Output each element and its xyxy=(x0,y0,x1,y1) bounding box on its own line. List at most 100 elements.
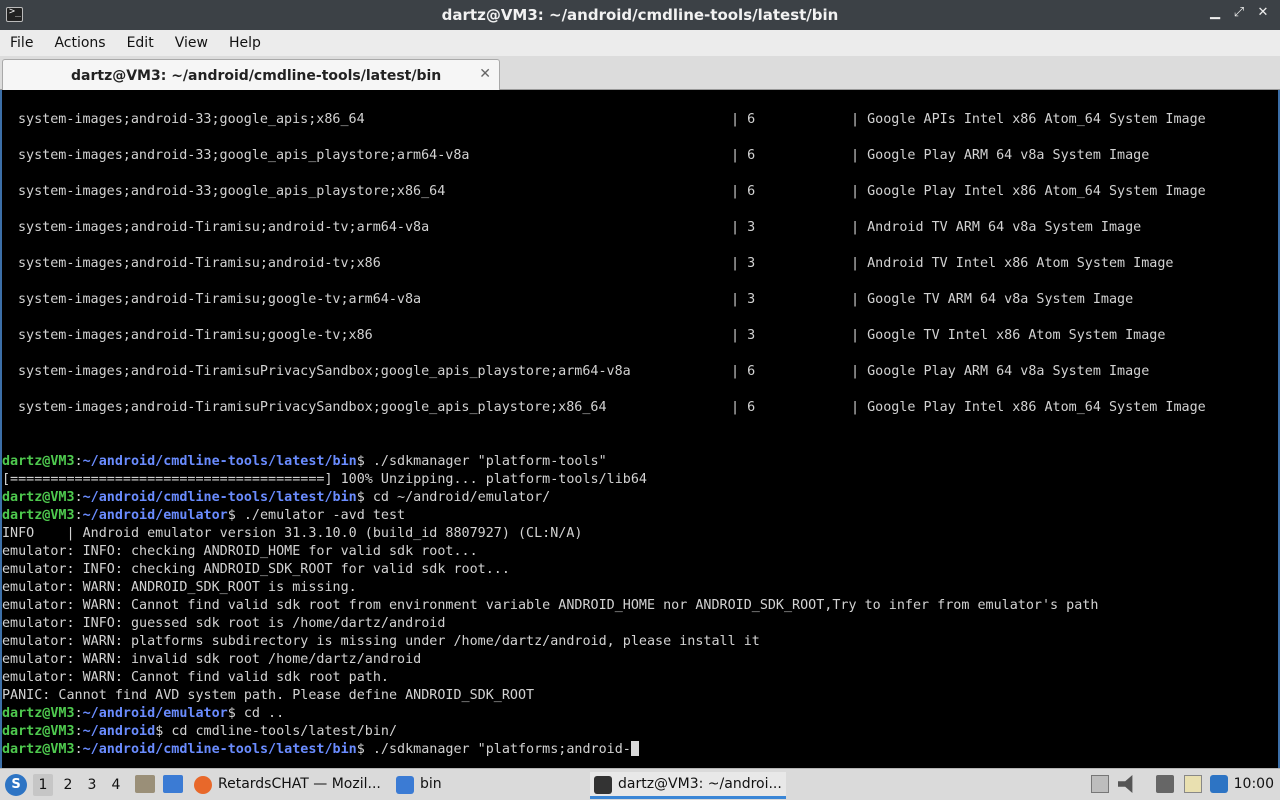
package-description: | Google Play ARM 64 v8a System Image xyxy=(851,364,1150,379)
prompt-path: ~/android/emulator xyxy=(82,706,228,721)
command-text: cd cmdline-tools/latest/bin/ xyxy=(171,724,398,739)
menu-view[interactable]: View xyxy=(175,35,208,51)
prompt-path: ~/android/cmdline-tools/latest/bin xyxy=(82,490,357,505)
package-version: | 3 xyxy=(731,256,756,271)
output-line: emulator: INFO: guessed sdk root is /hom… xyxy=(2,616,446,631)
output-line: INFO | Android emulator version 31.3.10.… xyxy=(2,526,583,541)
package-path: system-images;android-Tiramisu;android-t… xyxy=(18,220,430,235)
task-file-manager[interactable]: bin xyxy=(392,772,588,799)
prompt-user: dartz@VM3 xyxy=(2,724,75,739)
output-line: [=======================================… xyxy=(2,472,647,487)
menu-actions[interactable]: Actions xyxy=(54,35,105,51)
package-description: | Google Play Intel x86 Atom_64 System I… xyxy=(851,400,1206,415)
package-version: | 3 xyxy=(731,328,756,343)
command-text: ./emulator -avd test xyxy=(243,508,406,523)
prompt-line: dartz@VM3:~/android/emulator$ ./emulator… xyxy=(2,507,405,525)
package-path: system-images;android-TiramisuPrivacySan… xyxy=(18,364,631,379)
prompt-symbol: $ xyxy=(356,454,373,469)
prompt-line: dartz@VM3:~/android$ cd cmdline-tools/la… xyxy=(2,723,397,741)
prompt-path: ~/android xyxy=(82,724,156,739)
start-menu-icon[interactable]: S xyxy=(5,774,27,796)
package-path: system-images;android-Tiramisu;google-tv… xyxy=(18,292,422,307)
output-line: emulator: WARN: Cannot find valid sdk ro… xyxy=(2,598,1099,613)
prompt-line: dartz@VM3:~/android/cmdline-tools/latest… xyxy=(2,453,607,471)
prompt-line: dartz@VM3:~/android/cmdline-tools/latest… xyxy=(2,489,550,507)
package-version: | 6 xyxy=(731,184,756,199)
package-version: | 6 xyxy=(731,148,756,163)
output-line: emulator: WARN: invalid sdk root /home/d… xyxy=(2,652,422,667)
task-label: dartz@VM3: ~/androi... xyxy=(618,776,782,792)
eject-icon[interactable] xyxy=(1091,775,1109,793)
firefox-icon xyxy=(194,776,212,794)
volume-icon[interactable] xyxy=(1118,775,1133,793)
show-desktop-icon[interactable] xyxy=(163,775,183,793)
clock: 10:00 xyxy=(1233,776,1274,792)
tab-close-icon[interactable]: ✕ xyxy=(479,66,491,82)
package-description: | Google Play ARM 64 v8a System Image xyxy=(851,148,1150,163)
window-titlebar[interactable]: >_ dartz@VM3: ~/android/cmdline-tools/la… xyxy=(0,0,1280,30)
package-path: system-images;android-Tiramisu;google-tv… xyxy=(18,328,373,343)
tab-label: dartz@VM3: ~/android/cmdline-tools/lates… xyxy=(71,68,442,84)
menu-help[interactable]: Help xyxy=(229,35,261,51)
package-version: | 6 xyxy=(731,364,756,379)
workspace-2[interactable]: 2 xyxy=(58,774,78,796)
task-label: bin xyxy=(420,776,442,792)
minimize-icon[interactable]: ▁ xyxy=(1208,5,1222,20)
prompt-line: dartz@VM3:~/android/cmdline-tools/latest… xyxy=(2,741,639,759)
prompt-path: ~/android/emulator xyxy=(82,508,228,523)
prompt-user: dartz@VM3 xyxy=(2,454,75,469)
workspace-4[interactable]: 4 xyxy=(106,774,126,796)
prompt-user: dartz@VM3 xyxy=(2,742,75,757)
package-description: | Google TV Intel x86 Atom System Image xyxy=(851,328,1166,343)
package-path: system-images;android-33;google_apis_pla… xyxy=(18,184,446,199)
maximize-icon[interactable]: ⤢ xyxy=(1232,5,1246,20)
menu-file[interactable]: File xyxy=(10,35,33,51)
prompt-colon: : xyxy=(74,742,83,757)
package-path: system-images;android-TiramisuPrivacySan… xyxy=(18,400,607,415)
output-line: emulator: WARN: ANDROID_SDK_ROOT is miss… xyxy=(2,580,357,595)
prompt-colon: : xyxy=(74,454,83,469)
output-line: emulator: INFO: checking ANDROID_HOME fo… xyxy=(2,544,478,559)
package-description: | Android TV Intel x86 Atom System Image xyxy=(851,256,1174,271)
network-icon[interactable] xyxy=(1156,775,1174,793)
terminal-output[interactable]: system-images;android-33;google_apis;x86… xyxy=(0,90,1280,768)
notification-icon[interactable] xyxy=(1210,775,1228,793)
package-version: | 6 xyxy=(731,112,756,127)
window-title: dartz@VM3: ~/android/cmdline-tools/lates… xyxy=(441,6,839,24)
terminal-tab[interactable]: dartz@VM3: ~/android/cmdline-tools/lates… xyxy=(2,59,500,90)
package-path: system-images;android-33;google_apis;x86… xyxy=(18,112,365,127)
prompt-colon: : xyxy=(74,706,83,721)
package-path: system-images;android-Tiramisu;android-t… xyxy=(18,256,381,271)
prompt-symbol: $ xyxy=(356,490,373,505)
prompt-colon: : xyxy=(74,724,83,739)
prompt-path: ~/android/cmdline-tools/latest/bin xyxy=(82,742,357,757)
prompt-user: dartz@VM3 xyxy=(2,508,75,523)
output-line: emulator: WARN: platforms subdirectory i… xyxy=(2,634,760,649)
command-text: cd ~/android/emulator/ xyxy=(372,490,551,505)
package-description: | Google Play Intel x86 Atom_64 System I… xyxy=(851,184,1206,199)
task-firefox[interactable]: RetardsCHAT — Mozil... xyxy=(190,772,386,799)
workspace-3[interactable]: 3 xyxy=(82,774,102,796)
tab-bar: dartz@VM3: ~/android/cmdline-tools/lates… xyxy=(0,56,1280,90)
task-label: RetardsCHAT — Mozil... xyxy=(218,776,381,792)
file-manager-launcher-icon[interactable] xyxy=(135,775,155,793)
taskbar: S 1 2 3 4 RetardsCHAT — Mozil... bin dar… xyxy=(0,768,1280,800)
prompt-line: dartz@VM3:~/android/emulator$ cd .. xyxy=(2,705,284,723)
task-terminal[interactable]: dartz@VM3: ~/androi... xyxy=(590,772,786,799)
menu-bar: File Actions Edit View Help xyxy=(0,30,1280,56)
command-text: ./sdkmanager "platforms;android- xyxy=(372,742,631,757)
workspace-1[interactable]: 1 xyxy=(33,774,53,796)
package-version: | 3 xyxy=(731,292,756,307)
menu-edit[interactable]: Edit xyxy=(127,35,154,51)
prompt-colon: : xyxy=(74,490,83,505)
package-description: | Android TV ARM 64 v8a System Image xyxy=(851,220,1142,235)
package-version: | 6 xyxy=(731,400,756,415)
close-icon[interactable]: ✕ xyxy=(1256,5,1270,20)
prompt-symbol: $ xyxy=(155,724,172,739)
clipboard-icon[interactable] xyxy=(1184,775,1202,793)
output-line: emulator: INFO: checking ANDROID_SDK_ROO… xyxy=(2,562,510,577)
prompt-symbol: $ xyxy=(227,706,244,721)
prompt-user: dartz@VM3 xyxy=(2,706,75,721)
prompt-symbol: $ xyxy=(356,742,373,757)
output-line: emulator: WARN: Cannot find valid sdk ro… xyxy=(2,670,389,685)
